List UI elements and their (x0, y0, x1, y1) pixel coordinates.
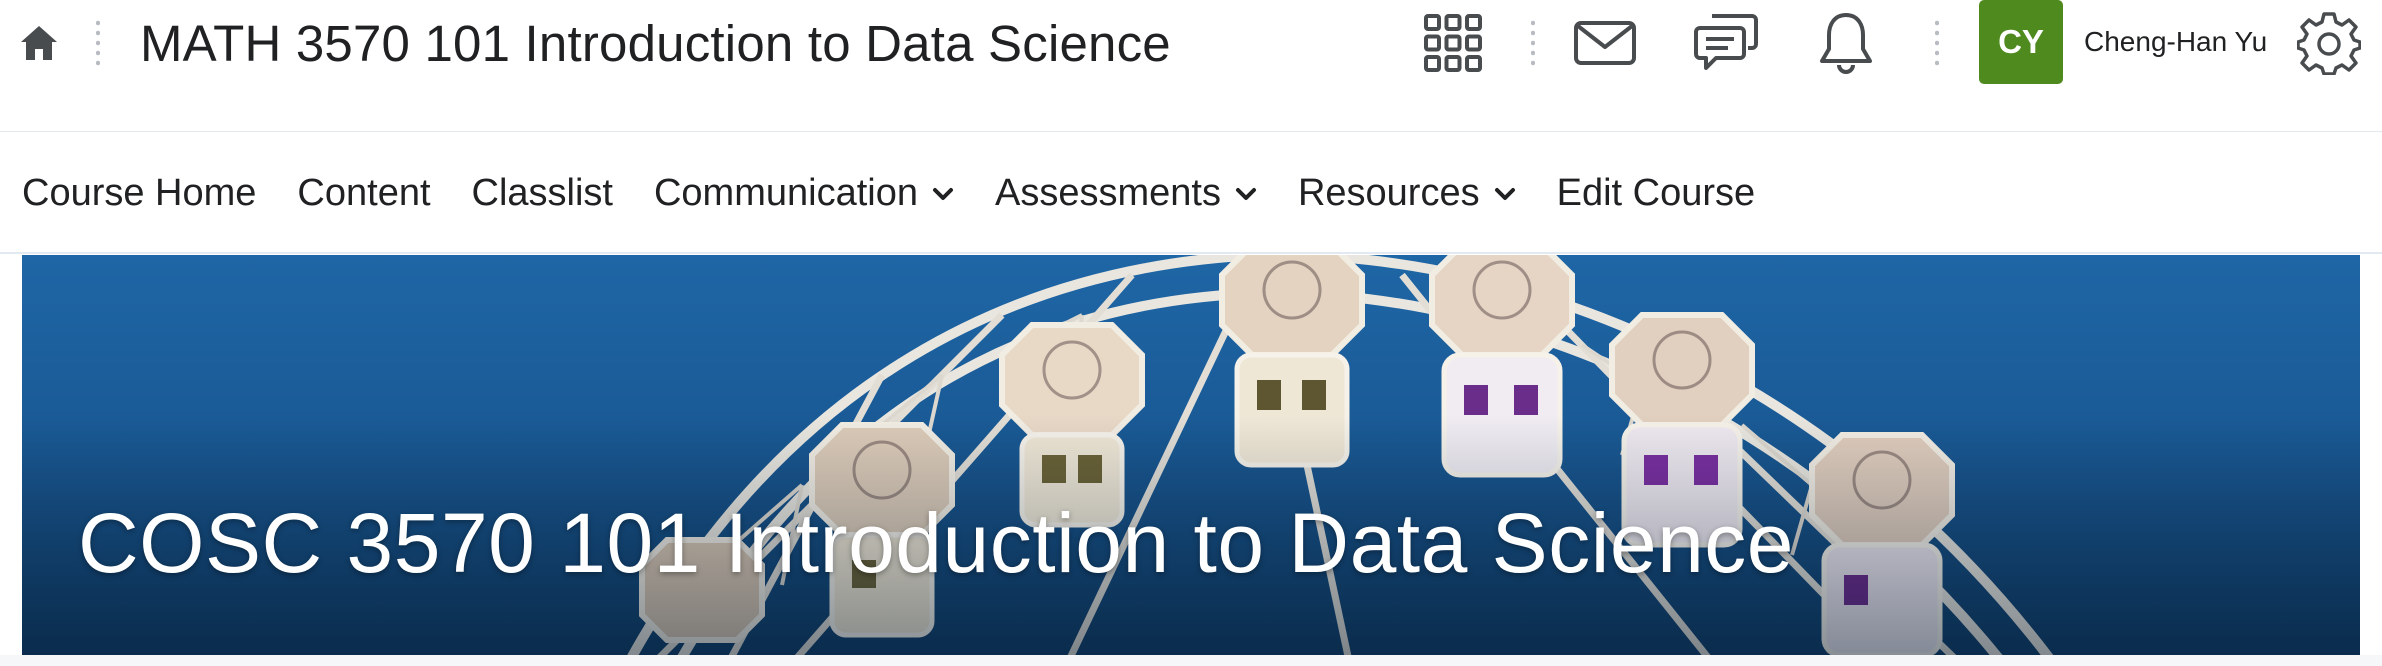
nav-item-resources[interactable]: Resources (1298, 172, 1516, 215)
subscription-alerts-button[interactable] (1691, 8, 1761, 78)
nav-item-assessments[interactable]: Assessments (995, 172, 1257, 215)
nav-item-label: Assessments (994, 172, 1221, 214)
waffle-grid-icon (1424, 14, 1482, 72)
course-selector-button[interactable] (1418, 8, 1488, 78)
course-title[interactable]: MATH 3570 101 Introduction to Data Scien… (140, 10, 1171, 76)
course-navbar: Course Home Content Classlist Communicat… (0, 133, 2382, 254)
separator (96, 18, 100, 66)
settings-button[interactable] (2294, 8, 2364, 78)
chevron-down-icon (1494, 187, 1516, 201)
nav-item-label: Content (297, 172, 431, 214)
nav-item-edit-course[interactable]: Edit Course (1557, 172, 1756, 215)
course-banner: COSC 3570 101 Introduction to Data Scien… (22, 255, 2360, 655)
separator (1531, 18, 1535, 66)
nav-item-label: Resources (1297, 172, 1480, 214)
avatar[interactable]: CY (1979, 0, 2063, 84)
nav-item-content[interactable]: Content (297, 172, 430, 215)
update-alerts-button[interactable] (1811, 8, 1881, 78)
bell-icon (1820, 13, 1872, 74)
page-background (0, 655, 2382, 666)
chat-icon (1694, 14, 1758, 70)
nav-item-label: Communication (653, 172, 918, 214)
separator (1935, 18, 1939, 66)
nav-item-classlist[interactable]: Classlist (472, 172, 613, 215)
minibar: MATH 3570 101 Introduction to Data Scien… (0, 0, 2382, 132)
home-icon (21, 26, 57, 60)
home-button[interactable] (18, 22, 60, 64)
banner-title: COSC 3570 101 Introduction to Data Scien… (78, 496, 1795, 590)
nav-item-communication[interactable]: Communication (654, 172, 954, 215)
nav-item-course-home[interactable]: Course Home (22, 172, 256, 215)
nav-item-label: Course Home (22, 172, 257, 214)
nav-list: Course Home Content Classlist Communicat… (22, 133, 1755, 254)
chevron-down-icon (932, 187, 954, 201)
banner-overlay (22, 255, 2360, 655)
chevron-down-icon (1235, 187, 1257, 201)
message-alerts-button[interactable] (1570, 8, 1640, 78)
gear-icon (2297, 12, 2361, 75)
nav-item-label: Edit Course (1556, 172, 1756, 214)
nav-item-label: Classlist (471, 172, 613, 214)
mail-icon (1574, 21, 1636, 65)
user-name[interactable]: Cheng-Han Yu (2084, 18, 2267, 66)
